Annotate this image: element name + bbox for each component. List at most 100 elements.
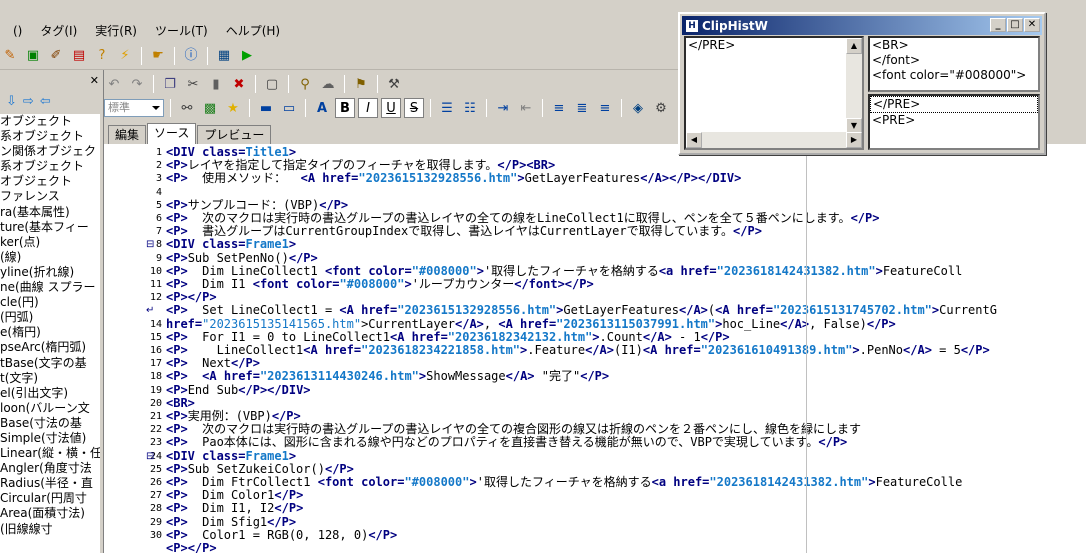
tree-item[interactable]: Angler(角度寸法 — [0, 461, 100, 476]
number-list-icon[interactable]: ☷ — [460, 98, 480, 118]
image-icon[interactable]: ▩ — [200, 98, 220, 118]
tree-item[interactable]: e(楕円) — [0, 325, 100, 340]
code-line[interactable]: <P> 書込グループはCurrentGroupIndexで取得し、書込レイヤはC… — [166, 224, 762, 238]
menu-item[interactable]: 実行(R) — [86, 20, 146, 42]
tree-item[interactable]: t(文字) — [0, 371, 100, 386]
settings-icon[interactable]: ⚙ — [651, 98, 671, 118]
fold-marker-icon[interactable]: ⊟ — [146, 450, 154, 463]
lightning-icon[interactable]: ⚡ — [115, 46, 135, 66]
code-line[interactable]: <P> Pao本体には、図形に含まれる線や円などのプロパティを直接書き替える機能… — [166, 436, 847, 449]
code-line[interactable]: <BR> — [166, 396, 195, 410]
code-line[interactable]: <P>Sub SetPenNo()</P> — [166, 251, 318, 265]
code-line[interactable]: <P> <A href="2023613114430246.htm">ShowM… — [166, 370, 609, 383]
find-replace-icon[interactable]: ⚑ — [351, 74, 371, 94]
arrow-left-icon[interactable]: ⇦ — [40, 94, 51, 109]
tree-item[interactable]: Radius(半径・直 — [0, 476, 100, 491]
link-icon[interactable]: ⚯ — [177, 98, 197, 118]
align-center-icon[interactable]: ≣ — [572, 98, 592, 118]
tab-preview[interactable]: プレビュー — [197, 125, 272, 144]
code-line[interactable]: <P></P> — [166, 291, 217, 304]
tree-item[interactable]: Circular(円周寸 — [0, 491, 100, 506]
code-line[interactable]: <DIV class=Frame1> — [166, 449, 296, 463]
clip-item[interactable]: <PRE> — [870, 113, 1038, 128]
clip-list-hscrollbar[interactable]: ◀ ▶ — [686, 132, 862, 148]
tree-item[interactable]: ファレンス — [0, 189, 100, 204]
clip-item[interactable]: <BR> — [870, 38, 1038, 53]
clip-item[interactable]: <font color="#008000"> — [870, 68, 1038, 83]
code-line[interactable]: <P> Dim I1 <font color="#008000">'ループカウン… — [166, 277, 594, 291]
arrow-right-icon[interactable]: ⇨ — [23, 94, 34, 109]
code-area[interactable]: <DIV class=Title1> <P>レイヤを指定して指定タイプのフィーチャ… — [164, 144, 1086, 553]
search-icon[interactable]: ⚲ — [295, 74, 315, 94]
star-icon[interactable]: ★ — [223, 98, 243, 118]
tree-item[interactable]: 系オブジェクト — [0, 159, 100, 174]
undo-icon[interactable]: ↶ — [104, 74, 124, 94]
menu-item[interactable]: () — [4, 20, 31, 42]
code-line[interactable]: <P> Dim I1, I2</P> — [166, 502, 303, 515]
code-line[interactable]: href="2023615135141565.htm">CurrentLayer… — [166, 317, 896, 331]
bold-icon[interactable]: B — [335, 98, 355, 118]
code-line[interactable]: <P> Dim LineCollect1 <font color="#00800… — [166, 264, 962, 278]
strike-icon[interactable]: S — [404, 98, 424, 118]
clip-item[interactable]: </font> — [870, 53, 1038, 68]
close-window-icon[interactable]: ✕ — [1024, 18, 1040, 32]
redo-icon[interactable]: ↷ — [127, 74, 147, 94]
code-line[interactable]: <P> 使用メソッド： <A href="2023615132928556.ht… — [166, 172, 741, 185]
clip-history-list[interactable]: </PRE> ▲ ▼ ◀ ▶ — [684, 36, 864, 150]
italic-icon[interactable]: I — [358, 98, 378, 118]
tools-icon[interactable]: ⚒ — [384, 74, 404, 94]
clip-item[interactable]: </PRE> — [686, 38, 862, 53]
run-icon[interactable]: ▶ — [237, 46, 257, 66]
compile-icon[interactable]: ▦ — [214, 46, 234, 66]
fold-marker-icon[interactable]: ⊟ — [146, 238, 154, 251]
cliphist-titlebar[interactable]: H ClipHistW _ □ ✕ — [682, 16, 1042, 35]
tree-item[interactable]: オブジェクト — [0, 174, 100, 189]
outdent-icon[interactable]: ⇤ — [516, 98, 536, 118]
info-icon[interactable]: ⓘ — [181, 46, 201, 66]
tree-item[interactable]: pseArc(楕円弧) — [0, 340, 100, 355]
cut-icon[interactable]: ✂ — [183, 74, 203, 94]
tree-item[interactable]: (円弧) — [0, 310, 100, 325]
edit-icon[interactable]: ✐ — [46, 46, 66, 66]
plugin-icon[interactable]: ◈ — [628, 98, 648, 118]
wrap-marker-icon[interactable]: ↵ — [146, 304, 154, 317]
tree-item[interactable]: el(引出文字) — [0, 386, 100, 401]
tree-item[interactable]: Simple(寸法値) — [0, 431, 100, 446]
tree-item[interactable]: (線) — [0, 250, 100, 265]
tree-item[interactable]: tBase(文字の基 — [0, 356, 100, 371]
align-left-icon[interactable]: ≡ — [549, 98, 569, 118]
copy-icon[interactable]: ❐ — [160, 74, 180, 94]
hand-icon[interactable]: ☛ — [148, 46, 168, 66]
open-icon[interactable]: ✎ — [0, 46, 20, 66]
clip-item[interactable]: </PRE> — [870, 96, 1038, 113]
tree-item[interactable]: ker(点) — [0, 235, 100, 250]
code-line[interactable]: <P> Color1 = RGB(0, 128, 0)</P> — [166, 528, 397, 542]
code-line[interactable]: <P>サンプルコード：(VBP)</P> — [166, 198, 348, 212]
replace-icon[interactable]: ☁ — [318, 74, 338, 94]
clip-preview-top[interactable]: <BR> </font> <font color="#008000"> — [868, 36, 1040, 92]
menu-item[interactable]: ツール(T) — [146, 20, 217, 42]
maximize-icon[interactable]: □ — [1007, 18, 1023, 32]
arrow-down-icon[interactable]: ⇩ — [6, 94, 17, 109]
scroll-left-icon[interactable]: ◀ — [686, 132, 702, 148]
table-icon[interactable]: ▭ — [279, 98, 299, 118]
code-line[interactable]: <P> Set LineCollect1 = <A href="20236151… — [166, 304, 997, 317]
code-line[interactable]: <P></P> — [166, 541, 217, 553]
scroll-up-icon[interactable]: ▲ — [846, 38, 862, 54]
code-line[interactable]: <P>End Sub</P></DIV> — [166, 383, 311, 397]
indent-icon[interactable]: ⇥ — [493, 98, 513, 118]
tree-item[interactable]: ra(基本属性) — [0, 205, 100, 220]
font-icon[interactable]: A — [312, 98, 332, 118]
underline-icon[interactable]: U — [381, 98, 401, 118]
tree-item[interactable]: オブジェクト — [0, 114, 100, 129]
code-line[interactable]: <P> Dim Color1</P> — [166, 488, 303, 502]
tree-item[interactable]: loon(バルーン文 — [0, 401, 100, 416]
clip-list-scrollbar[interactable]: ▲ ▼ — [846, 38, 862, 134]
tree-item[interactable]: 系オブジェクト — [0, 129, 100, 144]
source-editor[interactable]: 1 2 3 4 5 6 7 8 9 10 11 12 14 15 16 17 18 19 20 21 22 23 24 25 2… — [104, 144, 1086, 553]
minimize-icon[interactable]: _ — [990, 18, 1006, 32]
tree-item[interactable]: yline(折れ線) — [0, 265, 100, 280]
tree-item[interactable]: Area(面積寸法) — [0, 506, 100, 521]
tab-source[interactable]: ソース — [147, 123, 197, 144]
tree-item[interactable]: ne(曲線 スプラー — [0, 280, 100, 295]
